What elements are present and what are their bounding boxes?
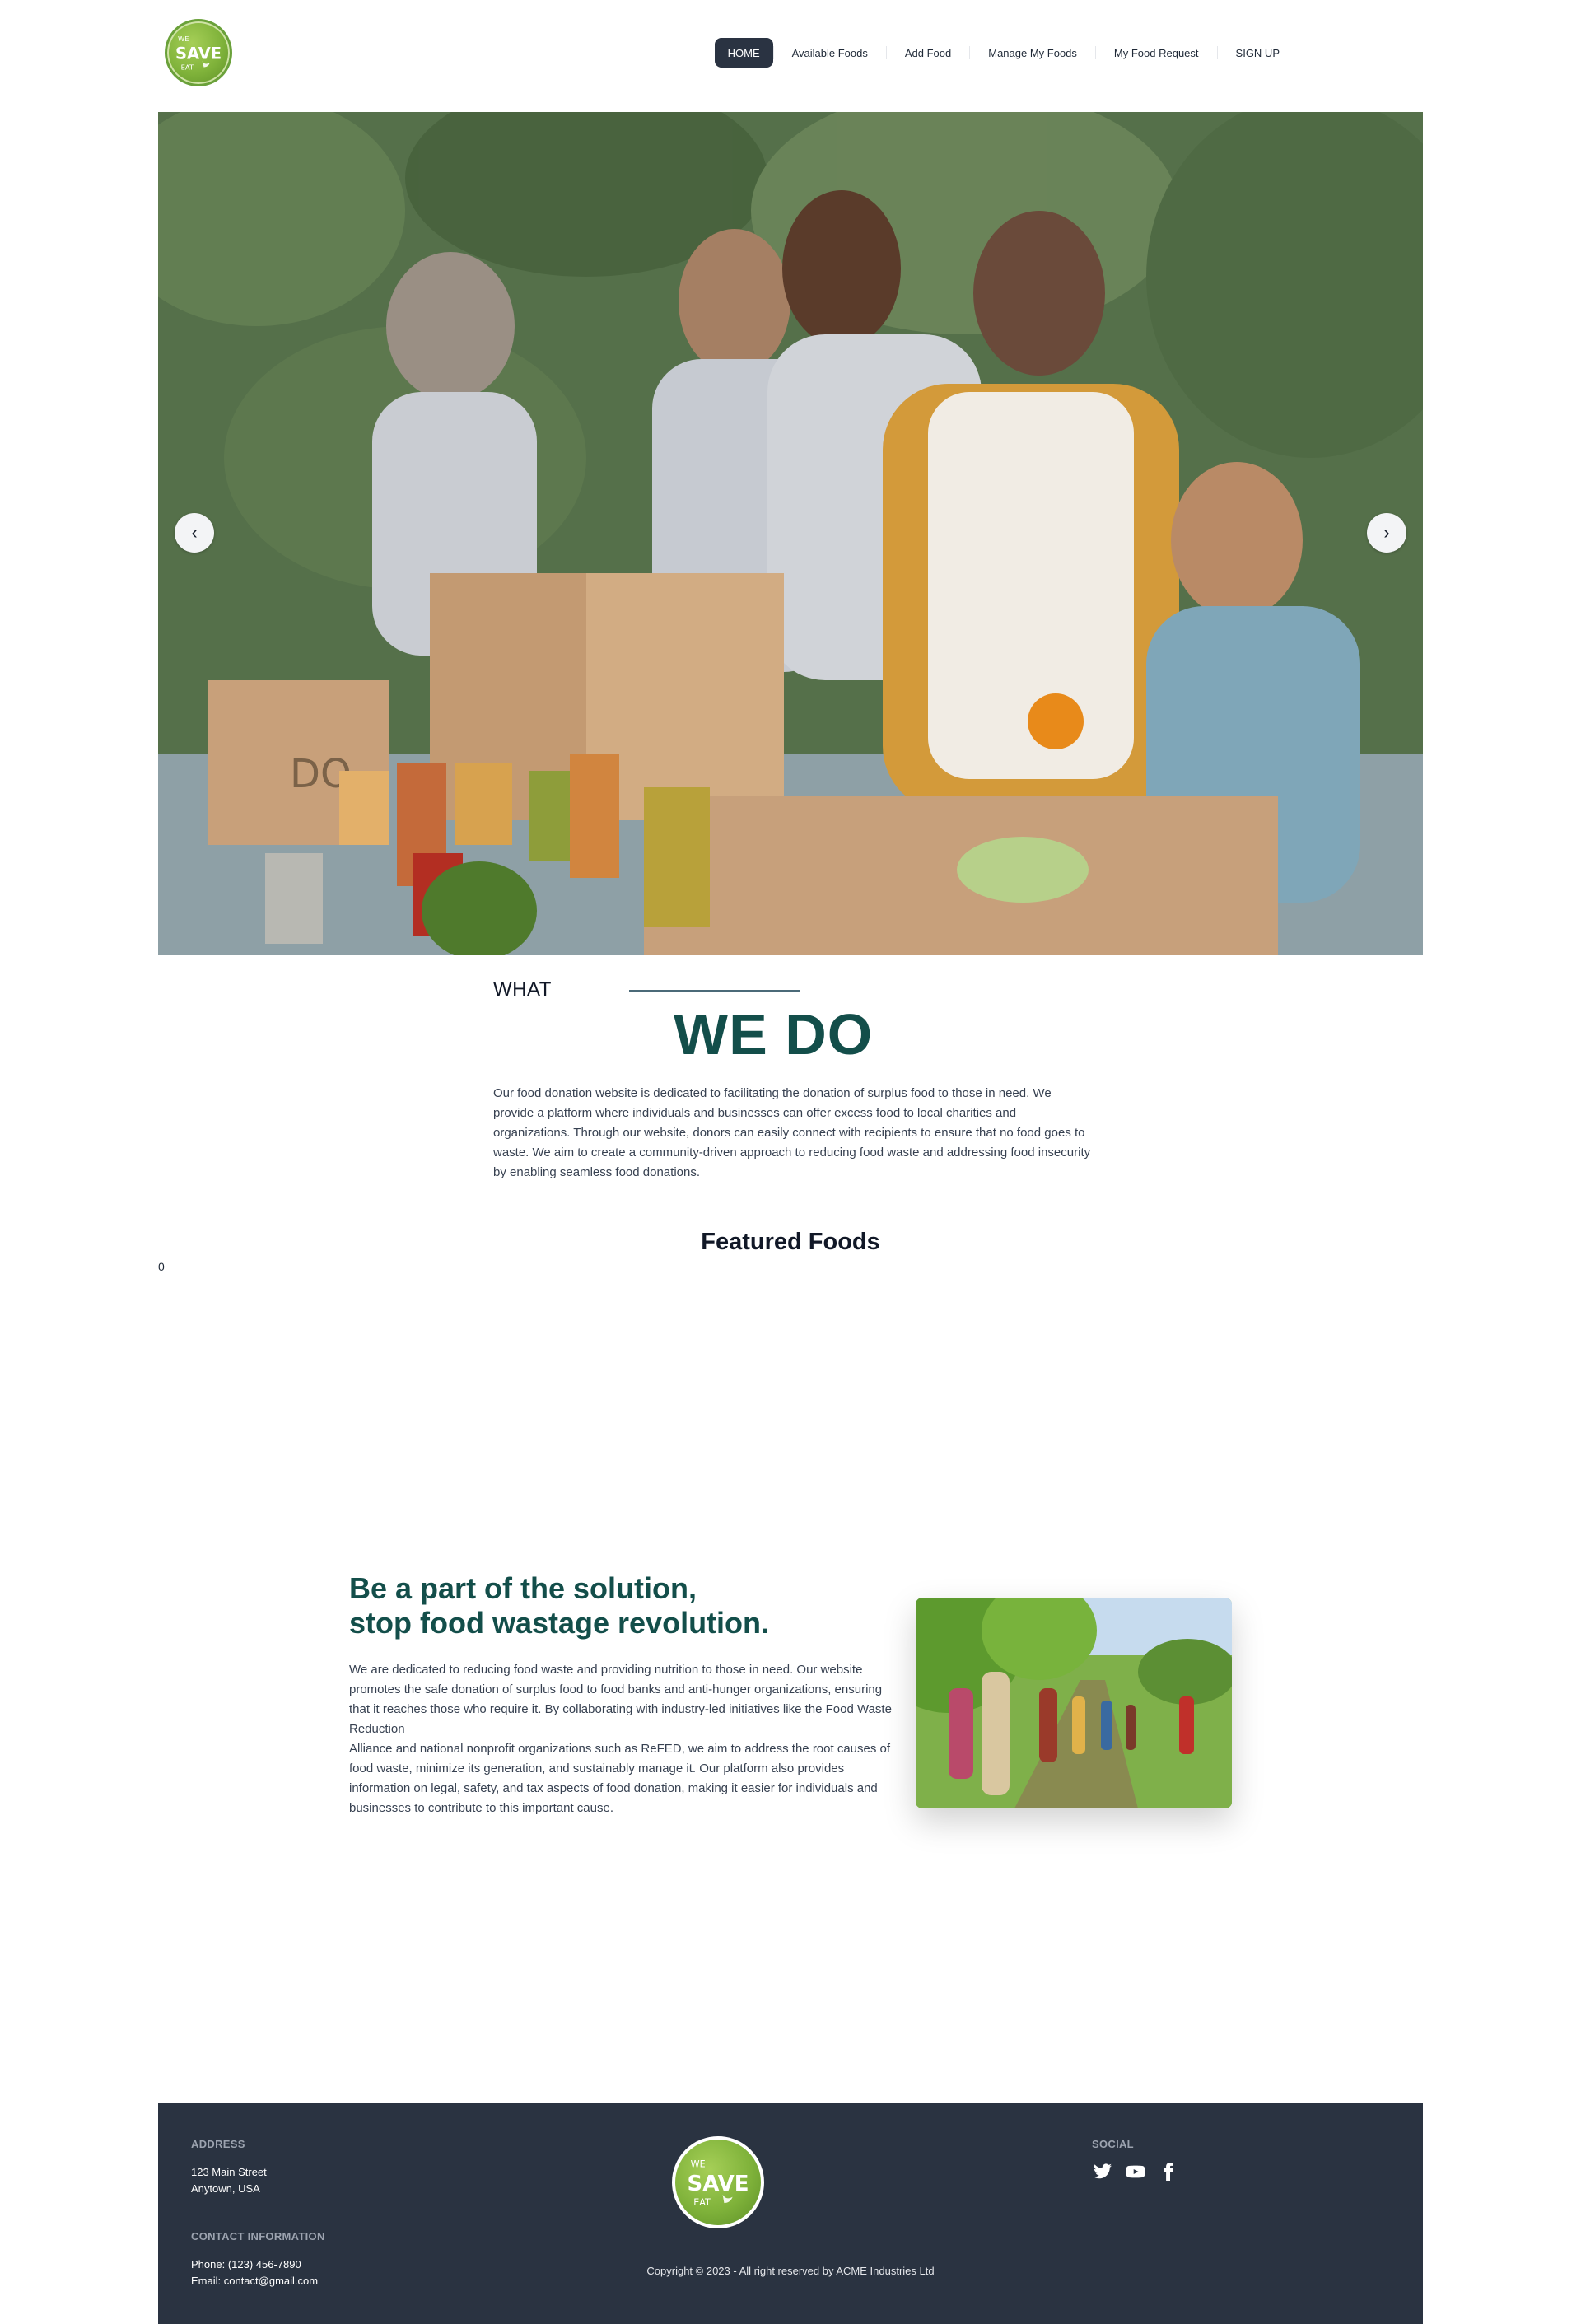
solution-heading-line1: Be a part of the solution,: [349, 1571, 697, 1605]
featured-foods-title: Featured Foods: [701, 1229, 880, 1255]
nav-sign-up[interactable]: SIGN UP: [1218, 38, 1298, 68]
footer-social-label: SOCIAL: [1092, 2138, 1134, 2150]
nav-home[interactable]: HOME: [714, 38, 773, 68]
hero-carousel: DO ‹ ›: [158, 112, 1423, 955]
navbar: WE SAVE EAT HOME Available Foods Add Foo…: [158, 0, 1423, 112]
brand-logo[interactable]: WE SAVE EAT: [165, 19, 232, 86]
featured-foods-count: 0: [158, 1260, 165, 1273]
volunteers-photo: [916, 1598, 1232, 1808]
nav-manage-my-foods[interactable]: Manage My Foods: [970, 38, 1095, 68]
hero-image: DO: [158, 112, 1423, 955]
footer-address-label: ADDRESS: [191, 2138, 245, 2150]
twitter-icon[interactable]: [1092, 2161, 1113, 2182]
solution-paragraph-1: We are dedicated to reducing food waste …: [349, 1663, 892, 1736]
decorative-divider: [629, 990, 800, 992]
nav-my-food-request[interactable]: My Food Request: [1096, 38, 1217, 68]
carousel-prev-button[interactable]: ‹: [175, 513, 214, 553]
footer-address-line1: 123 Main Street: [191, 2166, 267, 2178]
main-nav: HOME Available Foods Add Food Manage My …: [714, 38, 1298, 68]
footer-logo[interactable]: WE SAVE EAT: [672, 2136, 764, 2228]
solution-description: We are dedicated to reducing food waste …: [349, 1660, 906, 1818]
svg-text:SAVE: SAVE: [175, 44, 222, 63]
solution-heading-line2: stop food wastage revolution.: [349, 1606, 770, 1640]
svg-text:EAT: EAT: [693, 2197, 711, 2208]
svg-text:SAVE: SAVE: [688, 2172, 749, 2196]
footer: ADDRESS 123 Main Street Anytown, USA CON…: [158, 2103, 1423, 2324]
what-we-do-description: Our food donation website is dedicated t…: [493, 1086, 1091, 1179]
solution-heading: Be a part of the solution, stop food was…: [349, 1571, 769, 1640]
solution-paragraph-2: Alliance and national nonprofit organiza…: [349, 1742, 891, 1815]
svg-text:WE: WE: [691, 2158, 706, 2169]
carousel-next-button[interactable]: ›: [1367, 513, 1406, 553]
logo-graphic: WE SAVE EAT: [175, 35, 222, 71]
svg-text:WE: WE: [178, 35, 189, 43]
solution-image: [916, 1598, 1232, 1808]
nav-available-foods[interactable]: Available Foods: [774, 38, 886, 68]
youtube-icon[interactable]: [1125, 2161, 1146, 2182]
svg-text:EAT: EAT: [181, 63, 194, 71]
footer-contact-label: CONTACT INFORMATION: [191, 2230, 325, 2242]
what-label: WHAT: [493, 978, 552, 1001]
nav-add-food[interactable]: Add Food: [887, 38, 969, 68]
we-do-heading: WE DO: [674, 1002, 874, 1066]
footer-copyright: Copyright © 2023 - All right reserved by…: [646, 2265, 935, 2277]
facebook-icon[interactable]: [1158, 2161, 1179, 2182]
social-links: [1092, 2161, 1179, 2182]
footer-address-line2: Anytown, USA: [191, 2182, 260, 2195]
footer-logo-graphic: WE SAVE EAT: [688, 2158, 749, 2208]
footer-address: 123 Main Street Anytown, USA: [191, 2164, 267, 2197]
